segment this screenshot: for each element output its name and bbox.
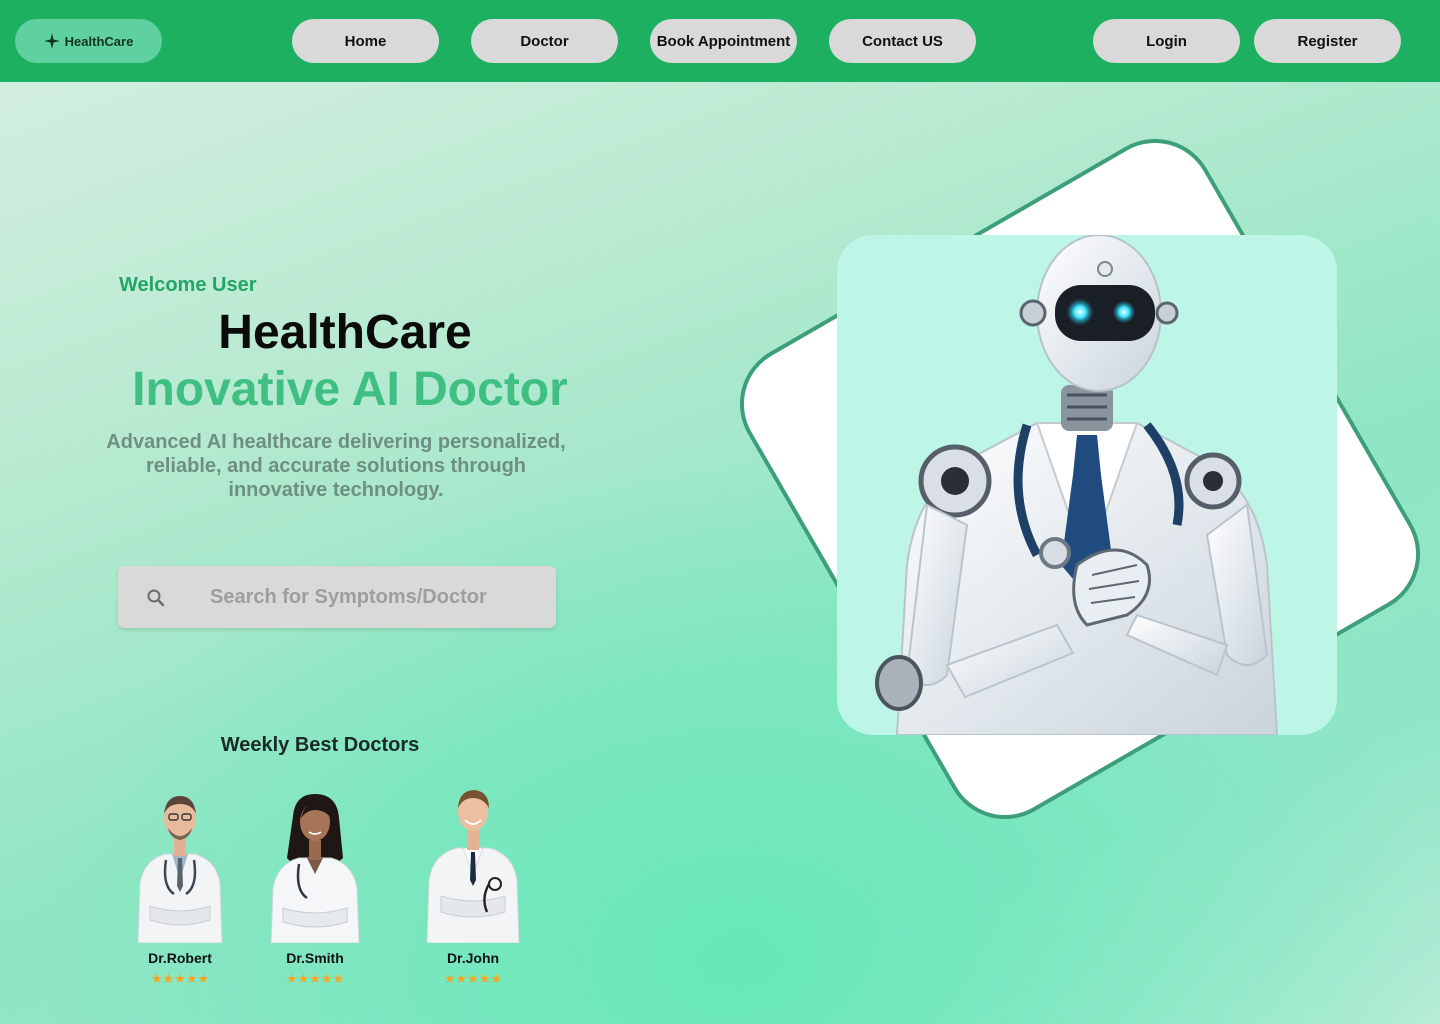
doctor-rating-stars: ★★★★★ bbox=[443, 971, 503, 986]
sparkle-icon bbox=[43, 33, 60, 49]
logo[interactable]: HealthCare bbox=[15, 19, 162, 63]
doctor-rating-stars: ★★★★★ bbox=[285, 971, 345, 986]
doctor-name: Dr.Smith bbox=[286, 950, 344, 966]
doctor-photo bbox=[137, 796, 223, 943]
hero-subtitle: Inovative AI Doctor bbox=[132, 363, 568, 416]
welcome-text: Welcome User bbox=[119, 274, 257, 296]
doctor-card[interactable]: Dr.Robert ★★★★★ bbox=[125, 788, 235, 993]
search-input[interactable] bbox=[210, 566, 540, 628]
page-title: HealthCare bbox=[218, 306, 472, 359]
doctors-section-heading: Weekly Best Doctors bbox=[220, 734, 420, 756]
doctor-card[interactable]: Dr.Smith ★★★★★ bbox=[260, 788, 370, 993]
doctor-name: Dr.John bbox=[446, 950, 500, 966]
ai-doctor-robot-image bbox=[837, 235, 1337, 735]
logo-text: HealthCare bbox=[64, 33, 134, 49]
doctor-photo bbox=[426, 790, 520, 943]
hero-description: Advanced AI healthcare delivering person… bbox=[106, 431, 566, 501]
doctor-rating-stars: ★★★★★ bbox=[150, 971, 210, 986]
nav-home-button[interactable]: Home bbox=[292, 19, 439, 63]
search-bar bbox=[118, 566, 556, 628]
doctor-photo bbox=[270, 794, 360, 943]
search-icon[interactable] bbox=[146, 588, 166, 608]
register-button[interactable]: Register bbox=[1254, 19, 1401, 63]
doctor-name: Dr.Robert bbox=[148, 950, 212, 966]
doctor-card[interactable]: Dr.John ★★★★★ bbox=[418, 788, 528, 993]
nav-book-appointment-button[interactable]: Book Appointment bbox=[650, 19, 797, 63]
nav-contact-button[interactable]: Contact US bbox=[829, 19, 976, 63]
robot-doctor-illustration bbox=[875, 235, 1279, 735]
login-button[interactable]: Login bbox=[1093, 19, 1240, 63]
nav-doctor-button[interactable]: Doctor bbox=[471, 19, 618, 63]
top-navbar: HealthCare Home Doctor Book Appointment … bbox=[0, 0, 1440, 82]
